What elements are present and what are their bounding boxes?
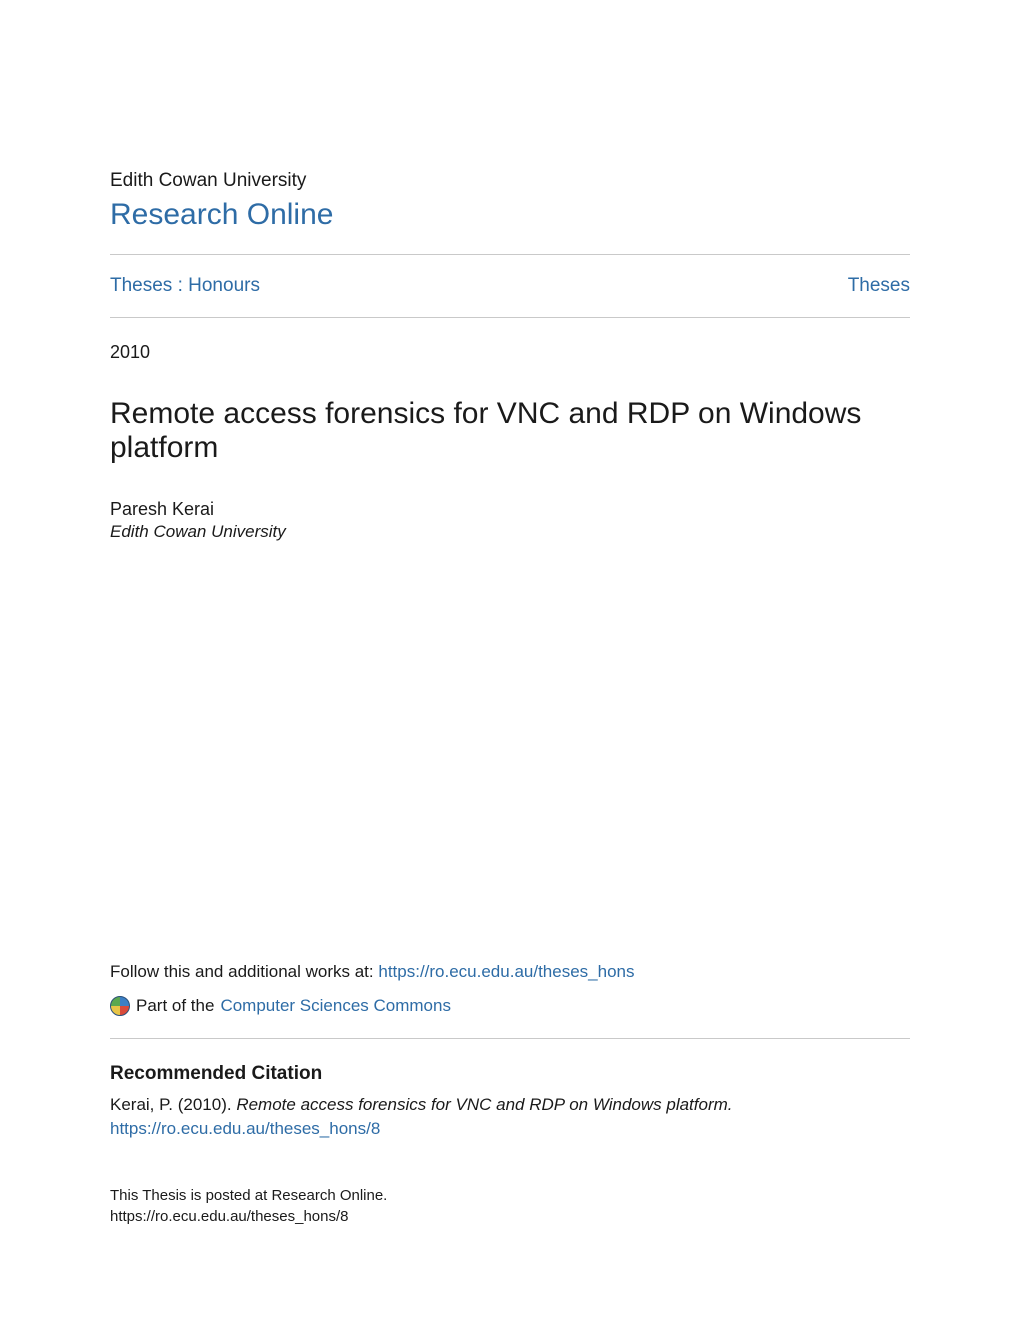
citation-url-link[interactable]: https://ro.ecu.edu.au/theses_hons/8: [110, 1119, 380, 1138]
footer-line-2: https://ro.ecu.edu.au/theses_hons/8: [110, 1206, 910, 1227]
citation-text: Kerai, P. (2010). Remote access forensic…: [110, 1093, 910, 1141]
follow-row: Follow this and additional works at: htt…: [110, 962, 910, 982]
divider: [110, 317, 910, 318]
year: 2010: [110, 342, 910, 363]
follow-text: Follow this and additional works at:: [110, 962, 378, 981]
part-of-text: Part of the: [136, 996, 214, 1016]
research-online-link[interactable]: Research Online: [110, 198, 910, 232]
divider: [110, 1038, 910, 1039]
commons-link[interactable]: Computer Sciences Commons: [220, 996, 451, 1016]
footer: This Thesis is posted at Research Online…: [110, 1185, 910, 1227]
recommended-citation-heading: Recommended Citation: [110, 1063, 910, 1085]
author-name: Paresh Kerai: [110, 499, 910, 520]
theses-honours-link[interactable]: Theses : Honours: [110, 275, 260, 297]
network-icon: [110, 996, 130, 1016]
author-affiliation: Edith Cowan University: [110, 522, 910, 542]
citation-title: Remote access forensics for VNC and RDP …: [236, 1095, 732, 1114]
part-of-row: Part of the Computer Sciences Commons: [110, 996, 910, 1016]
citation-prefix: Kerai, P. (2010).: [110, 1095, 236, 1114]
paper-title: Remote access forensics for VNC and RDP …: [110, 397, 910, 465]
links-row: Theses : Honours Theses: [110, 255, 910, 317]
university-name: Edith Cowan University: [110, 170, 910, 192]
footer-line-1: This Thesis is posted at Research Online…: [110, 1185, 910, 1206]
theses-link[interactable]: Theses: [848, 275, 910, 297]
follow-url-link[interactable]: https://ro.ecu.edu.au/theses_hons: [378, 962, 634, 981]
